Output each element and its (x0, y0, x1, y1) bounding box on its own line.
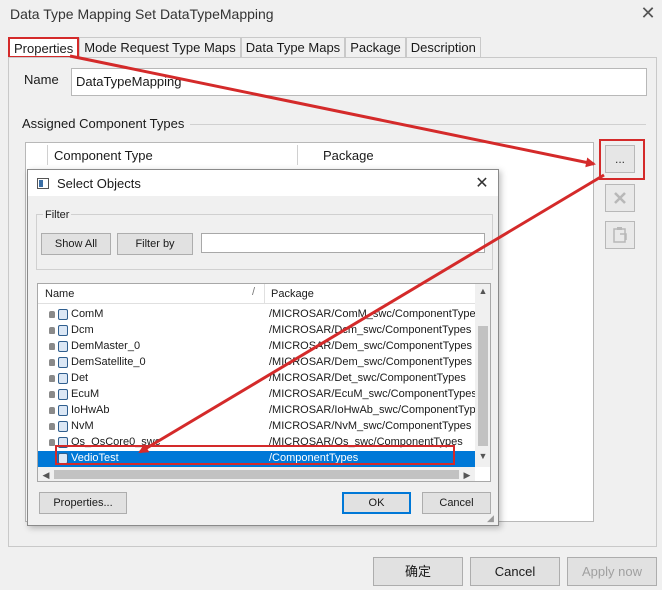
table-row[interactable]: NvM/MICROSAR/NvM_swc/ComponentTypes (38, 419, 475, 435)
x-icon (614, 192, 626, 204)
table-header: Name / Package (38, 284, 475, 304)
row-name: IoHwAb (71, 404, 110, 416)
component-type-icon (58, 373, 68, 384)
window-title: Data Type Mapping Set DataTypeMapping (10, 6, 274, 22)
apply-now-button[interactable]: Apply now (567, 557, 657, 586)
window-icon (37, 178, 49, 189)
row-package: /MICROSAR/Dem_swc/ComponentTypes (269, 356, 472, 368)
add-component-button[interactable]: ... (605, 145, 635, 173)
component-type-icon (58, 309, 68, 320)
table-row[interactable]: DemSatellite_0/MICROSAR/Dem_swc/Componen… (38, 355, 475, 371)
component-type-icon (58, 437, 68, 448)
table-row[interactable]: Dcm/MICROSAR/Dcm_swc/ComponentTypes (38, 323, 475, 339)
lock-icon (49, 327, 55, 334)
lock-icon (49, 391, 55, 398)
dialog-ok-button[interactable]: OK (342, 492, 411, 514)
dialog-close-icon[interactable]: ✕ (472, 173, 492, 193)
row-package: /MICROSAR/Dcm_swc/ComponentTypes (269, 324, 472, 336)
table-row[interactable]: IoHwAb/MICROSAR/IoHwAb_swc/ComponentType… (38, 403, 487, 419)
table-row[interactable]: Os_OsCore0_swc/MICROSAR/Os_swc/Component… (38, 435, 475, 451)
component-type-icon (58, 341, 68, 352)
lock-icon (49, 311, 55, 318)
horizontal-scroll-thumb[interactable] (54, 470, 459, 479)
row-package: /MICROSAR/EcuM_swc/ComponentTypes (269, 388, 477, 400)
tab-mode-request-type-maps[interactable]: Mode Request Type Maps (79, 37, 241, 58)
row-name: ComM (71, 308, 104, 320)
dialog-title: Select Objects (57, 176, 141, 191)
assigned-group-label: Assigned Component Types (22, 116, 185, 131)
column-header-package[interactable]: Package (323, 148, 374, 163)
table-row[interactable]: DemMaster_0/MICROSAR/Dem_swc/ComponentTy… (38, 339, 475, 355)
ok-button[interactable]: 确定 (373, 557, 463, 586)
column-header-package[interactable]: Package (271, 288, 314, 300)
scroll-left-icon[interactable]: ◀ (38, 470, 54, 481)
component-type-icon (58, 405, 68, 416)
row-package: /MICROSAR/NvM_swc/ComponentTypes (269, 420, 472, 432)
table-row[interactable]: EcuM/MICROSAR/EcuM_swc/ComponentTypes (38, 387, 477, 403)
row-name: VedioTest (71, 452, 119, 464)
row-package: /MICROSAR/Dem_swc/ComponentTypes (269, 340, 472, 352)
lock-icon (49, 375, 55, 382)
group-divider (190, 124, 646, 125)
component-type-icon (58, 421, 68, 432)
tab-data-type-maps[interactable]: Data Type Maps (240, 37, 346, 58)
name-label: Name (24, 72, 59, 87)
column-separator (47, 145, 48, 165)
lock-icon (49, 423, 55, 430)
table-row[interactable]: ComM/MICROSAR/ComM_swc/ComponentTypes (38, 307, 481, 323)
cancel-button[interactable]: Cancel (470, 557, 560, 586)
lock-icon (49, 343, 55, 350)
row-package: /MICROSAR/Det_swc/ComponentTypes (269, 372, 466, 384)
row-name: DemSatellite_0 (71, 356, 146, 368)
scroll-right-icon[interactable]: ▶ (459, 470, 475, 481)
tab-package[interactable]: Package (345, 37, 406, 58)
show-all-button[interactable]: Show All (41, 233, 111, 255)
scroll-down-icon[interactable]: ▼ (475, 451, 490, 461)
filter-by-button[interactable]: Filter by (117, 233, 193, 255)
tab-properties[interactable]: Properties (8, 37, 80, 58)
row-package: /MICROSAR/IoHwAb_swc/ComponentTypes (269, 404, 488, 416)
tab-bar: Properties Mode Request Type Maps Data T… (8, 37, 481, 58)
edit-button[interactable] (605, 221, 635, 249)
column-separator (297, 145, 298, 165)
name-input[interactable]: DataTypeMapping (71, 68, 647, 96)
tab-description[interactable]: Description (405, 37, 481, 58)
row-name: Det (71, 372, 89, 384)
component-type-icon (58, 325, 68, 336)
table-row[interactable]: VedioTest/ComponentTypes (38, 451, 475, 467)
row-name: Os_OsCore0_swc (71, 436, 161, 448)
lock-icon (49, 359, 55, 366)
row-package: /ComponentTypes (269, 452, 359, 464)
remove-button[interactable] (605, 184, 635, 212)
close-icon[interactable]: ✕ (638, 3, 658, 23)
component-type-icon (58, 357, 68, 368)
scroll-up-icon[interactable]: ▲ (475, 286, 490, 296)
table-row[interactable]: Det/MICROSAR/Det_swc/ComponentTypes (38, 371, 475, 387)
row-name: NvM (71, 420, 94, 432)
dialog-cancel-button[interactable]: Cancel (422, 492, 491, 514)
row-package: /MICROSAR/Os_swc/ComponentTypes (269, 436, 463, 448)
row-package: /MICROSAR/ComM_swc/ComponentTypes (269, 308, 482, 320)
clipboard-icon (613, 227, 627, 243)
row-name: DemMaster_0 (71, 340, 141, 352)
column-header-name[interactable]: Name (45, 288, 74, 300)
row-name: EcuM (71, 388, 100, 400)
properties-button[interactable]: Properties... (39, 492, 127, 514)
sort-indicator: / (252, 286, 256, 298)
component-type-icon (58, 453, 68, 464)
objects-table[interactable]: Name / Package ComM/MICROSAR/ComM_swc/Co… (37, 283, 491, 482)
column-separator (264, 284, 265, 304)
filter-input[interactable] (201, 233, 485, 253)
column-header-component-type[interactable]: Component Type (54, 148, 153, 163)
vertical-scroll-thumb[interactable] (478, 326, 488, 446)
filter-label: Filter (43, 209, 72, 221)
lock-icon (49, 407, 55, 414)
component-type-icon (58, 389, 68, 400)
resize-grip-icon[interactable]: ◢ (487, 513, 494, 524)
lock-icon (49, 439, 55, 446)
row-name: Dcm (71, 324, 94, 336)
